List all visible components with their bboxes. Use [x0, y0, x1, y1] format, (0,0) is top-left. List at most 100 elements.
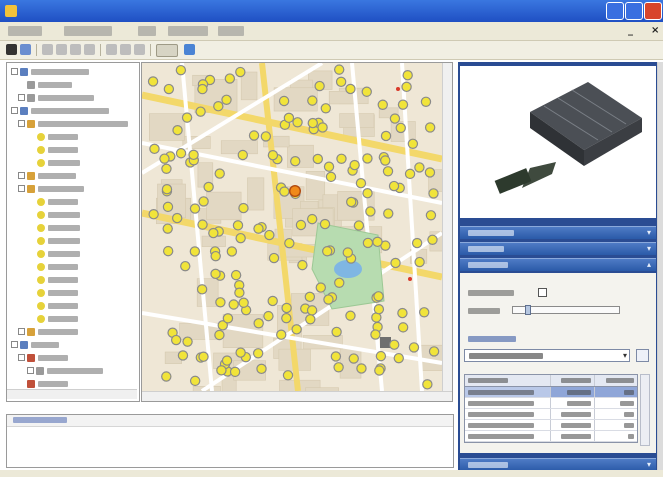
table-row[interactable] — [465, 409, 637, 420]
view-dropdown[interactable] — [156, 44, 178, 57]
tree-item-lamp[interactable] — [37, 314, 78, 323]
tree-item-host[interactable] — [27, 80, 72, 89]
table-row[interactable] — [465, 420, 637, 431]
section-header[interactable]: ▾ — [460, 242, 656, 255]
tree-horizontal-scrollbar[interactable] — [7, 389, 137, 399]
close-button[interactable] — [644, 2, 662, 20]
globe-icon[interactable] — [184, 44, 195, 55]
expand-icon[interactable] — [18, 94, 25, 101]
lamp-marker — [408, 139, 417, 148]
tree-item-networks[interactable] — [11, 67, 89, 76]
tree-item-host[interactable] — [18, 93, 94, 102]
lamp-marker — [313, 154, 322, 163]
table-row[interactable] — [465, 398, 637, 409]
tree-item-lamp[interactable] — [37, 145, 78, 154]
grid-view-icon[interactable] — [6, 44, 17, 55]
map-view[interactable] — [141, 62, 453, 402]
add-child-icon[interactable] — [56, 44, 67, 55]
chevron-down-icon: ▾ — [646, 244, 651, 253]
tree-item-lamp[interactable] — [37, 158, 80, 167]
lamp-marker — [223, 314, 232, 323]
collapse-icon[interactable] — [18, 185, 25, 192]
section-header-expanded[interactable]: ▴ — [460, 258, 656, 271]
menu-item-references[interactable] — [64, 26, 112, 36]
schedule-select[interactable]: ▾ — [464, 349, 630, 362]
tree-item-scheme[interactable] — [18, 353, 68, 362]
lamp-marker — [394, 354, 403, 363]
toolbar-separator — [150, 44, 151, 56]
brightness-slider-thumb[interactable] — [525, 305, 531, 315]
table-vertical-scrollbar[interactable] — [640, 374, 650, 446]
lamp-marker-selected — [290, 186, 300, 196]
lamp-marker — [280, 187, 289, 196]
device-tree[interactable] — [6, 62, 140, 402]
tree-item-lamp[interactable] — [37, 223, 80, 232]
collapse-icon[interactable] — [11, 68, 18, 75]
table-row[interactable] — [465, 431, 637, 442]
remove-icon[interactable] — [70, 44, 81, 55]
column-header-brightness[interactable] — [595, 375, 637, 386]
edit-icon[interactable] — [84, 44, 95, 55]
lamp-marker — [199, 197, 208, 206]
schedule-edit-button[interactable] — [636, 349, 649, 362]
expand-icon[interactable] — [18, 172, 25, 179]
tree-item-scheme[interactable] — [27, 379, 68, 388]
list-view-icon[interactable] — [20, 44, 31, 55]
tree-item-lamp[interactable] — [37, 262, 78, 271]
lamp-marker — [261, 132, 270, 141]
tree-item-street[interactable] — [18, 119, 128, 128]
tree-item-street[interactable] — [18, 171, 76, 180]
tree-item-street[interactable] — [18, 184, 84, 193]
lamp-marker — [209, 229, 218, 238]
tree-item-host[interactable] — [27, 366, 103, 375]
export-icon[interactable] — [134, 44, 145, 55]
right-panel-scrollbar[interactable] — [657, 62, 663, 472]
expand-icon[interactable] — [18, 328, 25, 335]
collapse-icon[interactable] — [11, 341, 18, 348]
lamp-marker — [254, 349, 263, 358]
tree-item-street[interactable] — [18, 327, 78, 336]
tree-item-lamp[interactable] — [37, 275, 78, 284]
lamp-marker — [403, 71, 412, 80]
map-horizontal-scrollbar[interactable] — [142, 391, 452, 401]
column-header-value[interactable] — [551, 375, 595, 386]
mdi-close-button[interactable]: × — [651, 25, 659, 36]
lamp-marker — [231, 367, 240, 376]
tree-item-lamp[interactable] — [37, 210, 80, 219]
enable-checkbox[interactable] — [538, 288, 547, 297]
menu-item-view[interactable] — [138, 26, 156, 36]
tree-item-schemes[interactable] — [11, 340, 59, 349]
add-icon[interactable] — [42, 44, 53, 55]
expand-icon[interactable] — [27, 367, 34, 374]
map-canvas[interactable] — [142, 63, 452, 401]
mdi-minimize-button[interactable]: _ — [628, 25, 633, 36]
maximize-button[interactable] — [625, 2, 643, 20]
filter-icon[interactable] — [106, 44, 117, 55]
tree-item-lamp[interactable] — [37, 236, 80, 245]
lamp-marker — [415, 258, 424, 267]
menu-item-window[interactable] — [218, 26, 244, 36]
tree-item-label — [47, 367, 103, 374]
section-header[interactable]: ▾ — [460, 226, 656, 239]
collapse-icon[interactable] — [18, 354, 25, 361]
lamp-marker — [306, 315, 315, 324]
lamp-marker — [189, 150, 198, 159]
brightness-slider[interactable] — [512, 305, 620, 315]
menu-item-actions[interactable] — [8, 26, 42, 36]
collapse-icon[interactable] — [18, 120, 25, 127]
tree-item-groups[interactable] — [11, 106, 109, 115]
minimize-button[interactable] — [606, 2, 624, 20]
tree-item-lamp[interactable] — [37, 132, 78, 141]
column-header-condition[interactable] — [465, 375, 551, 386]
tree-item-lamp[interactable] — [37, 288, 78, 297]
tree-item-lamp[interactable] — [37, 301, 78, 310]
table-row-selected[interactable] — [465, 387, 637, 398]
map-vertical-scrollbar[interactable] — [442, 63, 452, 391]
tree-item-lamp[interactable] — [37, 249, 80, 258]
tree-item-lamp[interactable] — [37, 197, 78, 206]
properties-icon[interactable] — [120, 44, 131, 55]
lamp-marker — [204, 182, 213, 191]
menu-item-settings[interactable] — [168, 26, 208, 36]
lamp-marker — [215, 169, 224, 178]
collapse-icon[interactable] — [11, 107, 18, 114]
